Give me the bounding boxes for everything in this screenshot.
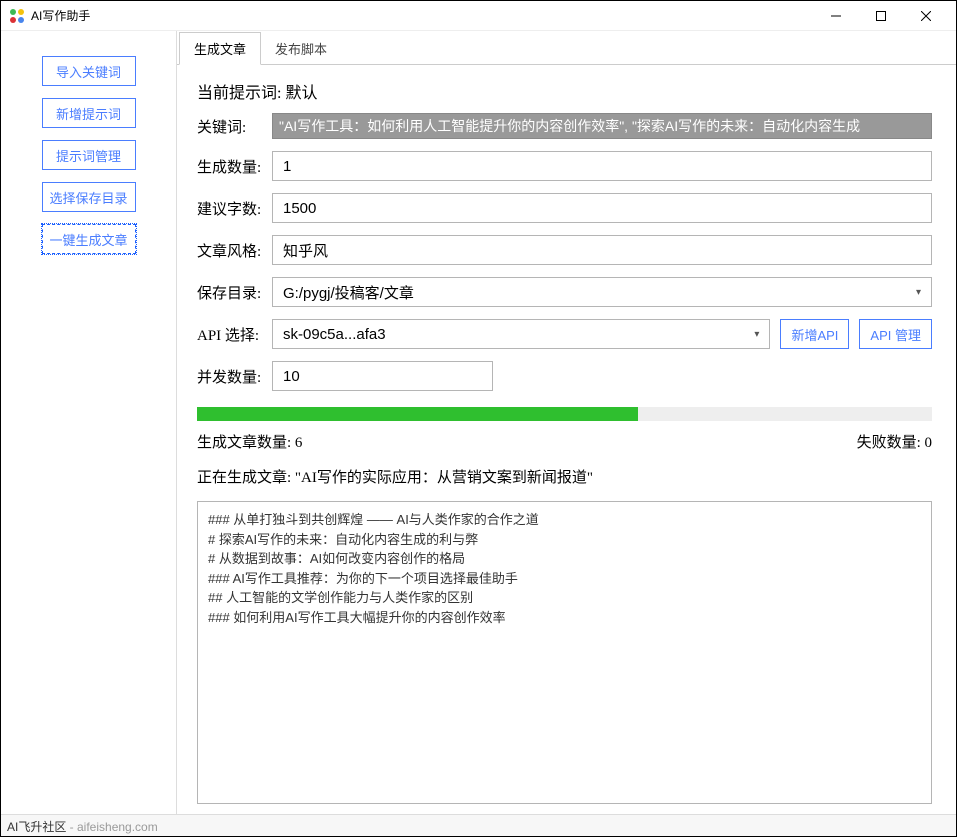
add-api-button[interactable]: 新增API <box>780 319 849 349</box>
app-icon <box>9 8 25 24</box>
api-combo[interactable]: sk-09c5a...afa3 ▾ <box>272 319 770 349</box>
maximize-icon <box>876 11 886 21</box>
failed-count: 失败数量: 0 <box>857 431 932 452</box>
tab-content: 当前提示词: 默认 关键词: "AI写作工具：如何利用人工智能提升你的内容创作效… <box>177 65 956 814</box>
concurrency-input[interactable] <box>272 361 493 391</box>
log-line: ### AI写作工具推荐：为你的下一个项目选择最佳助手 <box>208 569 921 589</box>
generated-count: 生成文章数量: 6 <box>197 431 302 452</box>
titlebar: AI写作助手 <box>1 1 956 31</box>
savedir-label: 保存目录: <box>197 282 272 303</box>
close-icon <box>921 11 931 21</box>
style-label: 文章风格: <box>197 240 272 261</box>
tab-generate[interactable]: 生成文章 <box>179 32 261 65</box>
minimize-icon <box>831 11 841 21</box>
chevron-down-icon: ▾ <box>916 287 921 298</box>
count-input[interactable] <box>272 151 932 181</box>
footer-site: - aifeisheng.com <box>66 820 157 834</box>
savedir-combo[interactable]: G:/pygj/投稿客/文章 ▾ <box>272 277 932 307</box>
count-label: 生成数量: <box>197 156 272 177</box>
keyword-label: 关键词: <box>197 116 272 137</box>
words-label: 建议字数: <box>197 198 272 219</box>
manage-prompts-button[interactable]: 提示词管理 <box>42 140 136 170</box>
window-title: AI写作助手 <box>31 7 90 24</box>
keyword-input[interactable]: "AI写作工具：如何利用人工智能提升你的内容创作效率", "探索AI写作的未来：… <box>272 113 932 139</box>
minimize-button[interactable] <box>813 1 858 31</box>
concurrency-label: 并发数量: <box>197 366 272 387</box>
maximize-button[interactable] <box>858 1 903 31</box>
sidebar: 导入关键词 新增提示词 提示词管理 选择保存目录 一键生成文章 <box>1 31 176 814</box>
footer-brand: AI飞升社区 <box>7 820 66 834</box>
api-value: sk-09c5a...afa3 <box>283 326 386 343</box>
current-prompt-label: 当前提示词: 默认 <box>197 79 932 103</box>
import-keywords-button[interactable]: 导入关键词 <box>42 56 136 86</box>
progress-bar <box>197 407 932 421</box>
close-button[interactable] <box>903 1 948 31</box>
one-click-generate-button[interactable]: 一键生成文章 <box>42 224 136 254</box>
choose-save-dir-button[interactable]: 选择保存目录 <box>42 182 136 212</box>
log-line: ## 人工智能的文学创作能力与人类作家的区别 <box>208 588 921 608</box>
log-line: ### 如何利用AI写作工具大幅提升你的内容创作效率 <box>208 608 921 628</box>
log-output[interactable]: ### 从单打独斗到共创辉煌 —— AI与人类作家的合作之道# 探索AI写作的未… <box>197 501 932 804</box>
main-panel: 生成文章 发布脚本 当前提示词: 默认 关键词: "AI写作工具：如何利用人工智… <box>176 31 956 814</box>
api-label: API 选择: <box>197 324 272 345</box>
manage-api-button[interactable]: API 管理 <box>859 319 932 349</box>
chevron-down-icon: ▾ <box>754 329 759 340</box>
log-line: ### 从单打独斗到共创辉煌 —— AI与人类作家的合作之道 <box>208 510 921 530</box>
progress-fill <box>197 407 638 421</box>
log-line: # 从数据到故事：AI如何改变内容创作的格局 <box>208 549 921 569</box>
add-prompt-button[interactable]: 新增提示词 <box>42 98 136 128</box>
tab-bar: 生成文章 发布脚本 <box>177 31 956 65</box>
footer: AI飞升社区 - aifeisheng.com <box>1 814 956 836</box>
style-input[interactable] <box>272 235 932 265</box>
log-line: # 探索AI写作的未来：自动化内容生成的利与弊 <box>208 530 921 550</box>
savedir-value: G:/pygj/投稿客/文章 <box>283 282 414 303</box>
current-generating: 正在生成文章: "AI写作的实际应用：从营销文案到新闻报道" <box>197 466 932 487</box>
words-input[interactable] <box>272 193 932 223</box>
tab-publish[interactable]: 发布脚本 <box>261 33 341 65</box>
